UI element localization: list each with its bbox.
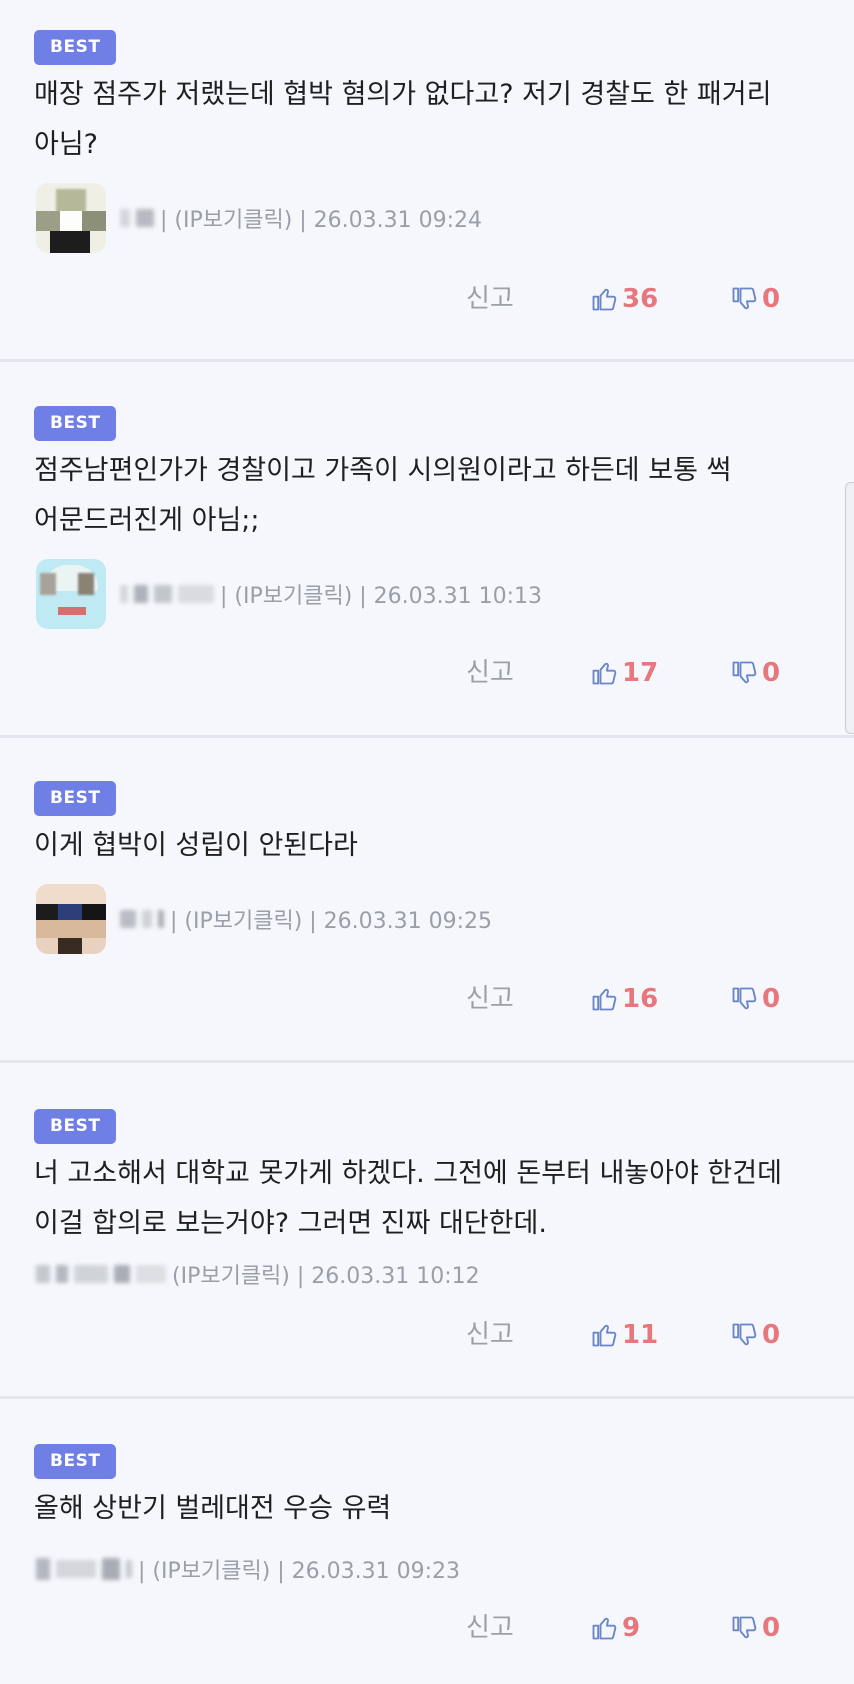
- like-count: 16: [622, 984, 659, 1014]
- best-badge: BEST: [34, 781, 117, 816]
- author-name-blurred: [36, 1558, 132, 1580]
- avatar[interactable]: [36, 183, 106, 253]
- dislike-count: 0: [762, 658, 781, 688]
- like-count: 17: [622, 658, 659, 688]
- report-button[interactable]: 신고: [466, 1603, 514, 1653]
- comment-meta-text: | (IP보기클릭) | 26.03.31 09:23: [138, 1559, 461, 1584]
- comment-meta: (IP보기클릭) | 26.03.31 10:12: [36, 1254, 480, 1294]
- comment-meta: | (IP보기클릭) | 26.03.31 09:25: [36, 884, 492, 954]
- comment-text: 매장 점주가 저랬는데 협박 혐의가 없다고? 저기 경찰도 한 패거리 아님?: [34, 79, 772, 160]
- report-button[interactable]: 신고: [466, 1310, 514, 1360]
- comment-actions: 신고 17 0: [0, 648, 854, 698]
- like-count: 36: [622, 284, 659, 314]
- dislike-button[interactable]: 0: [730, 648, 780, 698]
- author-name-blurred: [120, 910, 164, 928]
- comment-item: BEST 너 고소해서 대학교 못가게 하겠다. 그전에 돈부터 내놓아야 한건…: [0, 1063, 854, 1399]
- dislike-button[interactable]: 0: [730, 1603, 780, 1653]
- best-badge: BEST: [34, 1444, 117, 1479]
- comment-meta: | (IP보기클릭) | 26.03.31 09:23: [36, 1549, 460, 1589]
- comment-item: BEST 점주남편인가가 경찰이고 가족이 시의원이라고 하든데 보통 썩어문드…: [0, 362, 854, 738]
- thumbs-up-icon: [592, 1324, 617, 1347]
- comment-actions: 신고 36 0: [0, 274, 854, 324]
- comment-meta: | (IP보기클릭) | 26.03.31 10:13: [36, 559, 542, 629]
- like-button[interactable]: 9: [590, 1603, 640, 1653]
- comment-actions: 신고 9 0: [0, 1603, 854, 1653]
- comment-meta-text: | (IP보기클릭) | 26.03.31 10:13: [220, 584, 543, 609]
- best-badge: BEST: [34, 406, 117, 441]
- thumbs-down-icon: [732, 987, 757, 1010]
- comment-meta: | (IP보기클릭) | 26.03.31 09:24: [36, 183, 482, 253]
- author-name-blurred: [120, 209, 154, 227]
- thumbs-up-icon: [592, 288, 617, 311]
- comment-text: 너 고소해서 대학교 못가게 하겠다. 그전에 돈부터 내놓아야 한건데 이걸 …: [34, 1158, 782, 1239]
- thumbs-down-icon: [732, 1616, 757, 1639]
- report-button[interactable]: 신고: [466, 274, 514, 324]
- like-count: 11: [622, 1320, 659, 1350]
- thumbs-down-icon: [732, 287, 757, 310]
- like-button[interactable]: 11: [590, 1310, 658, 1360]
- like-button[interactable]: 36: [590, 274, 658, 324]
- author-name-blurred: [120, 585, 214, 603]
- dislike-count: 0: [762, 984, 781, 1014]
- like-button[interactable]: 17: [590, 648, 658, 698]
- comment-text: 이게 협박이 성립이 안된다라: [34, 830, 358, 861]
- comment-meta-text: (IP보기클릭) | 26.03.31 10:12: [172, 1264, 480, 1289]
- comment-meta-text: | (IP보기클릭) | 26.03.31 09:24: [160, 208, 483, 233]
- comment-actions: 신고 16 0: [0, 974, 854, 1024]
- dislike-count: 0: [762, 1613, 781, 1643]
- comment-item: BEST 매장 점주가 저랬는데 협박 혐의가 없다고? 저기 경찰도 한 패거…: [0, 0, 854, 362]
- dislike-count: 0: [762, 1320, 781, 1350]
- comment-item: BEST 올해 상반기 벌레대전 우승 유력 | (IP보기클릭) | 26.0…: [0, 1399, 854, 1684]
- thumbs-up-icon: [592, 1617, 617, 1640]
- comment-actions: 신고 11 0: [0, 1310, 854, 1360]
- scrollbar-handle[interactable]: [845, 482, 854, 734]
- author-name-blurred: [36, 1265, 166, 1283]
- avatar[interactable]: [36, 884, 106, 954]
- thumbs-down-icon: [732, 661, 757, 684]
- comment-item: BEST 이게 협박이 성립이 안된다라 | (IP보기클릭) | 26.03.…: [0, 738, 854, 1063]
- like-count: 9: [622, 1613, 641, 1643]
- report-button[interactable]: 신고: [466, 648, 514, 698]
- best-badge: BEST: [34, 30, 117, 65]
- thumbs-up-icon: [592, 662, 617, 685]
- dislike-button[interactable]: 0: [730, 974, 780, 1024]
- report-button[interactable]: 신고: [466, 974, 514, 1024]
- best-badge: BEST: [34, 1109, 117, 1144]
- thumbs-up-icon: [592, 988, 617, 1011]
- comment-text: 점주남편인가가 경찰이고 가족이 시의원이라고 하든데 보통 썩어문드러진게 아…: [34, 455, 732, 536]
- dislike-button[interactable]: 0: [730, 1310, 780, 1360]
- dislike-button[interactable]: 0: [730, 274, 780, 324]
- comment-meta-text: | (IP보기클릭) | 26.03.31 09:25: [170, 909, 493, 934]
- comment-text: 올해 상반기 벌레대전 우승 유력: [34, 1493, 392, 1524]
- avatar[interactable]: [36, 559, 106, 629]
- dislike-count: 0: [762, 284, 781, 314]
- thumbs-down-icon: [732, 1323, 757, 1346]
- like-button[interactable]: 16: [590, 974, 658, 1024]
